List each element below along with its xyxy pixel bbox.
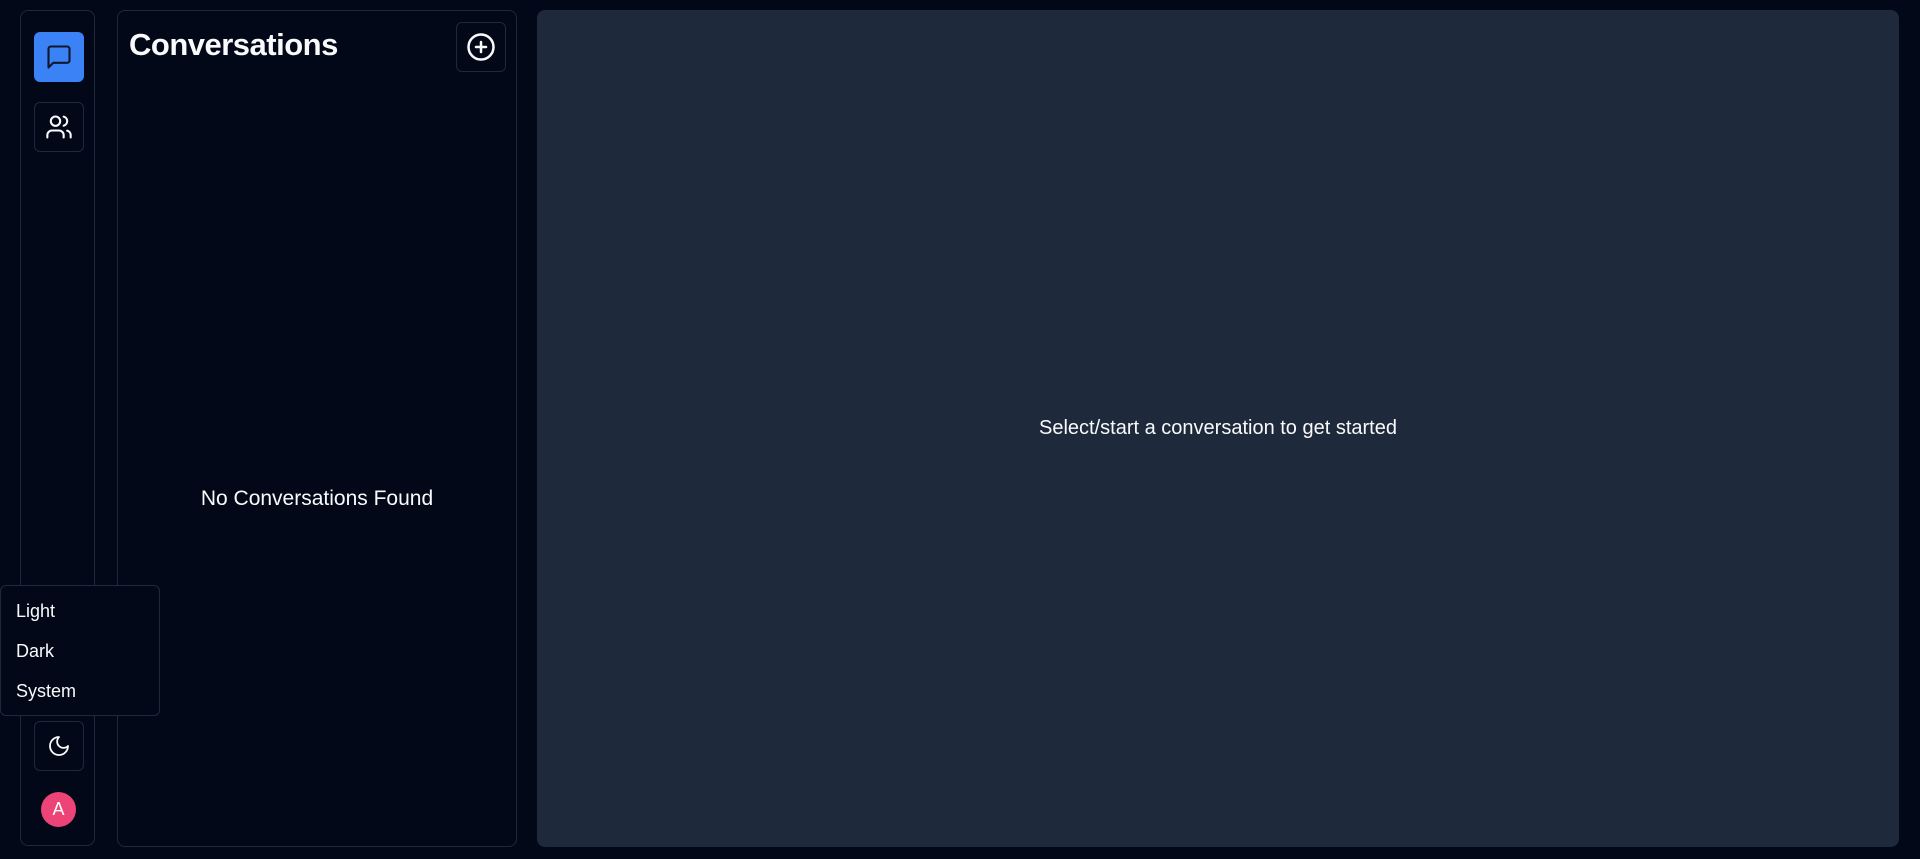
theme-option-light[interactable]: Light (1, 592, 159, 632)
contacts-nav-button[interactable] (34, 102, 84, 152)
users-icon (46, 115, 72, 139)
theme-option-dark[interactable]: Dark (1, 632, 159, 672)
theme-toggle-button[interactable] (34, 721, 84, 771)
moon-icon (49, 736, 69, 756)
chat-area: Select/start a conversation to get start… (537, 10, 1899, 847)
empty-state-text: No Conversations Found (200, 487, 434, 510)
page-title: Conversations (129, 27, 338, 62)
avatar[interactable]: A (41, 792, 76, 827)
app: A Conversations No Conversations Found S… (0, 0, 1920, 859)
sidebar-rail: A (20, 10, 95, 846)
conversations-panel: Conversations No Conversations Found (117, 10, 517, 847)
chat-placeholder-text: Select/start a conversation to get start… (1039, 417, 1397, 439)
conversations-nav-button[interactable] (34, 32, 84, 82)
plus-circle-icon (467, 33, 495, 61)
avatar-initial: A (52, 799, 65, 819)
message-square-icon (47, 45, 71, 69)
theme-option-system[interactable]: System (1, 672, 159, 712)
theme-dropdown-menu: Light Dark System (0, 585, 160, 716)
new-conversation-button[interactable] (456, 22, 506, 72)
